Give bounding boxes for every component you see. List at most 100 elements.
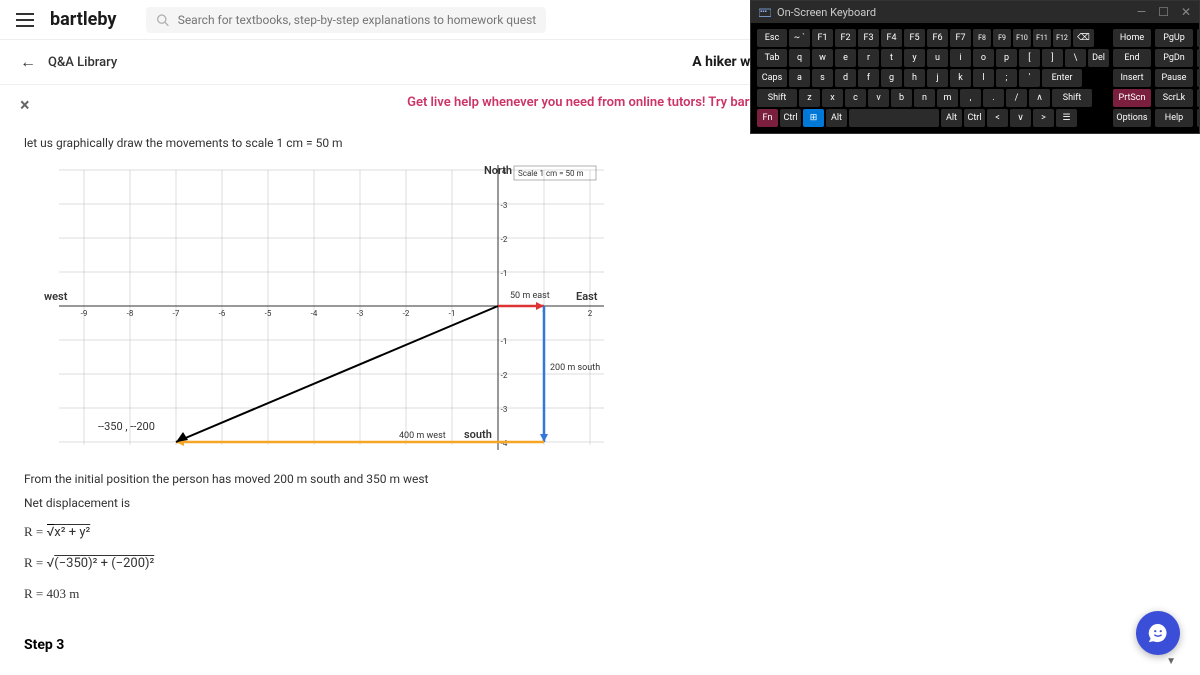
osk-key-e[interactable]: e bbox=[835, 49, 856, 67]
osk-key-F6[interactable]: F6 bbox=[927, 29, 948, 47]
osk-key-f[interactable]: f bbox=[858, 69, 879, 87]
chat-fab[interactable] bbox=[1136, 611, 1180, 655]
osk-key-y[interactable]: y bbox=[904, 49, 925, 67]
osk-key-F10[interactable]: F10 bbox=[1013, 29, 1031, 47]
osk-side-pause[interactable]: Pause bbox=[1155, 69, 1193, 87]
osk-key-g[interactable]: g bbox=[881, 69, 902, 87]
osk-key-F1[interactable]: F1 bbox=[812, 29, 833, 47]
osk-key-,[interactable]: , bbox=[960, 89, 981, 107]
osk-key-i[interactable]: i bbox=[950, 49, 971, 67]
osk-key-Ctrl[interactable]: Ctrl bbox=[964, 109, 985, 127]
osk-side-help[interactable]: Help bbox=[1155, 109, 1193, 127]
osk-key->[interactable]: > bbox=[1033, 109, 1054, 127]
osk-key-;[interactable]: ; bbox=[996, 69, 1017, 87]
minimize-icon[interactable]: — bbox=[1137, 5, 1146, 19]
osk-key-F2[interactable]: F2 bbox=[835, 29, 856, 47]
osk-key-s[interactable]: s bbox=[812, 69, 833, 87]
osk-key-a[interactable]: a bbox=[789, 69, 810, 87]
osk-key-Fn[interactable]: Fn bbox=[757, 109, 778, 127]
osk-key-space[interactable] bbox=[849, 109, 939, 127]
osk-key-/[interactable]: / bbox=[1006, 89, 1027, 107]
osk-key-t[interactable]: t bbox=[881, 49, 902, 67]
osk-key-Del[interactable]: Del bbox=[1088, 49, 1109, 67]
osk-key-Caps[interactable]: Caps bbox=[757, 69, 787, 87]
svg-text:200 m south: 200 m south bbox=[550, 363, 600, 373]
osk-side-insert[interactable]: Insert bbox=[1113, 69, 1151, 87]
osk-key-F3[interactable]: F3 bbox=[858, 29, 879, 47]
svg-text:-2: -2 bbox=[403, 309, 410, 318]
osk-key-j[interactable]: j bbox=[927, 69, 948, 87]
osk-key-Ctrl[interactable]: Ctrl bbox=[780, 109, 801, 127]
osk-key-F11[interactable]: F11 bbox=[1033, 29, 1051, 47]
osk-side-prtscn[interactable]: PrtScn bbox=[1113, 89, 1151, 107]
osk-key-o[interactable]: o bbox=[973, 49, 994, 67]
osk-key-∧[interactable]: ∧ bbox=[1029, 89, 1050, 107]
search-box[interactable] bbox=[146, 7, 546, 33]
osk-key-v[interactable]: v bbox=[868, 89, 889, 107]
step-header: Step 3 bbox=[24, 637, 1176, 653]
maximize-icon[interactable]: ☐ bbox=[1158, 5, 1169, 19]
chat-icon bbox=[1147, 622, 1169, 644]
breadcrumb[interactable]: Q&A Library bbox=[48, 55, 117, 70]
osk-key-<[interactable]: < bbox=[987, 109, 1008, 127]
osk-key-l[interactable]: l bbox=[973, 69, 994, 87]
svg-text:-4: -4 bbox=[501, 439, 508, 448]
osk-key-c[interactable]: c bbox=[845, 89, 866, 107]
osk-key-u[interactable]: u bbox=[927, 49, 948, 67]
osk-key-F12[interactable]: F12 bbox=[1053, 29, 1071, 47]
osk-key-Alt[interactable]: Alt bbox=[941, 109, 962, 127]
osk-key-z[interactable]: z bbox=[799, 89, 820, 107]
osk-key-.[interactable]: . bbox=[983, 89, 1004, 107]
svg-text:-4: -4 bbox=[311, 309, 318, 318]
osk-side-home[interactable]: Home bbox=[1113, 29, 1151, 47]
osk-key-b[interactable]: b bbox=[891, 89, 912, 107]
osk-key-∨[interactable]: ∨ bbox=[1010, 109, 1031, 127]
osk-key-Tab[interactable]: Tab bbox=[757, 49, 787, 67]
osk-key-F9[interactable]: F9 bbox=[993, 29, 1011, 47]
keyboard-icon bbox=[759, 6, 771, 18]
osk-key-\[interactable]: \ bbox=[1065, 49, 1086, 67]
osk-key-Esc[interactable]: Esc bbox=[757, 29, 787, 47]
osk-key-'[interactable]: ' bbox=[1019, 69, 1040, 87]
osk-key-k[interactable]: k bbox=[950, 69, 971, 87]
osk-key-x[interactable]: x bbox=[822, 89, 843, 107]
svg-text:2: 2 bbox=[588, 309, 593, 318]
osk-key-n[interactable]: n bbox=[914, 89, 935, 107]
osk-key-m[interactable]: m bbox=[937, 89, 958, 107]
menu-icon[interactable] bbox=[16, 13, 34, 27]
search-input[interactable] bbox=[178, 13, 537, 27]
osk-key-⊞[interactable]: ⊞ bbox=[803, 109, 824, 127]
close-window-icon[interactable]: ✕ bbox=[1181, 5, 1191, 19]
osk-key-⌫[interactable]: ⌫ bbox=[1073, 29, 1094, 47]
osk-key-q[interactable]: q bbox=[789, 49, 810, 67]
osk-key-Enter[interactable]: Enter bbox=[1042, 69, 1082, 87]
back-arrow-icon[interactable]: ← bbox=[20, 52, 36, 72]
osk-key-w[interactable]: w bbox=[812, 49, 833, 67]
formula-3: R = 403 m bbox=[24, 581, 1176, 607]
osk-key-F7[interactable]: F7 bbox=[950, 29, 971, 47]
osk-key-☰[interactable]: ☰ bbox=[1056, 109, 1077, 127]
svg-text:-2: -2 bbox=[501, 235, 508, 244]
close-icon[interactable]: × bbox=[20, 95, 30, 116]
osk-key-][interactable]: ] bbox=[1042, 49, 1063, 67]
osk-side-options[interactable]: Options bbox=[1113, 109, 1151, 127]
osk-key-Shift[interactable]: Shift bbox=[1052, 89, 1092, 107]
osk-side-scrlk[interactable]: ScrLk bbox=[1155, 89, 1193, 107]
osk-key-~ `[interactable]: ~ ` bbox=[789, 29, 810, 47]
page-down-arrow[interactable]: ▼ bbox=[1166, 656, 1176, 667]
osk-key-F8[interactable]: F8 bbox=[973, 29, 991, 47]
osk-key-F4[interactable]: F4 bbox=[881, 29, 902, 47]
osk-key-h[interactable]: h bbox=[904, 69, 925, 87]
osk-key-d[interactable]: d bbox=[835, 69, 856, 87]
osk-key-Shift[interactable]: Shift bbox=[757, 89, 797, 107]
svg-text:south: south bbox=[464, 428, 492, 441]
osk-side-pgdn[interactable]: PgDn bbox=[1155, 49, 1193, 67]
osk-key-F5[interactable]: F5 bbox=[904, 29, 925, 47]
osk-key-r[interactable]: r bbox=[858, 49, 879, 67]
osk-key-[[interactable]: [ bbox=[1019, 49, 1040, 67]
osk-side-pgup[interactable]: PgUp bbox=[1155, 29, 1193, 47]
osk-side-end[interactable]: End bbox=[1113, 49, 1151, 67]
osk-key-Alt[interactable]: Alt bbox=[826, 109, 847, 127]
svg-text:-2: -2 bbox=[501, 371, 508, 380]
osk-key-p[interactable]: p bbox=[996, 49, 1017, 67]
